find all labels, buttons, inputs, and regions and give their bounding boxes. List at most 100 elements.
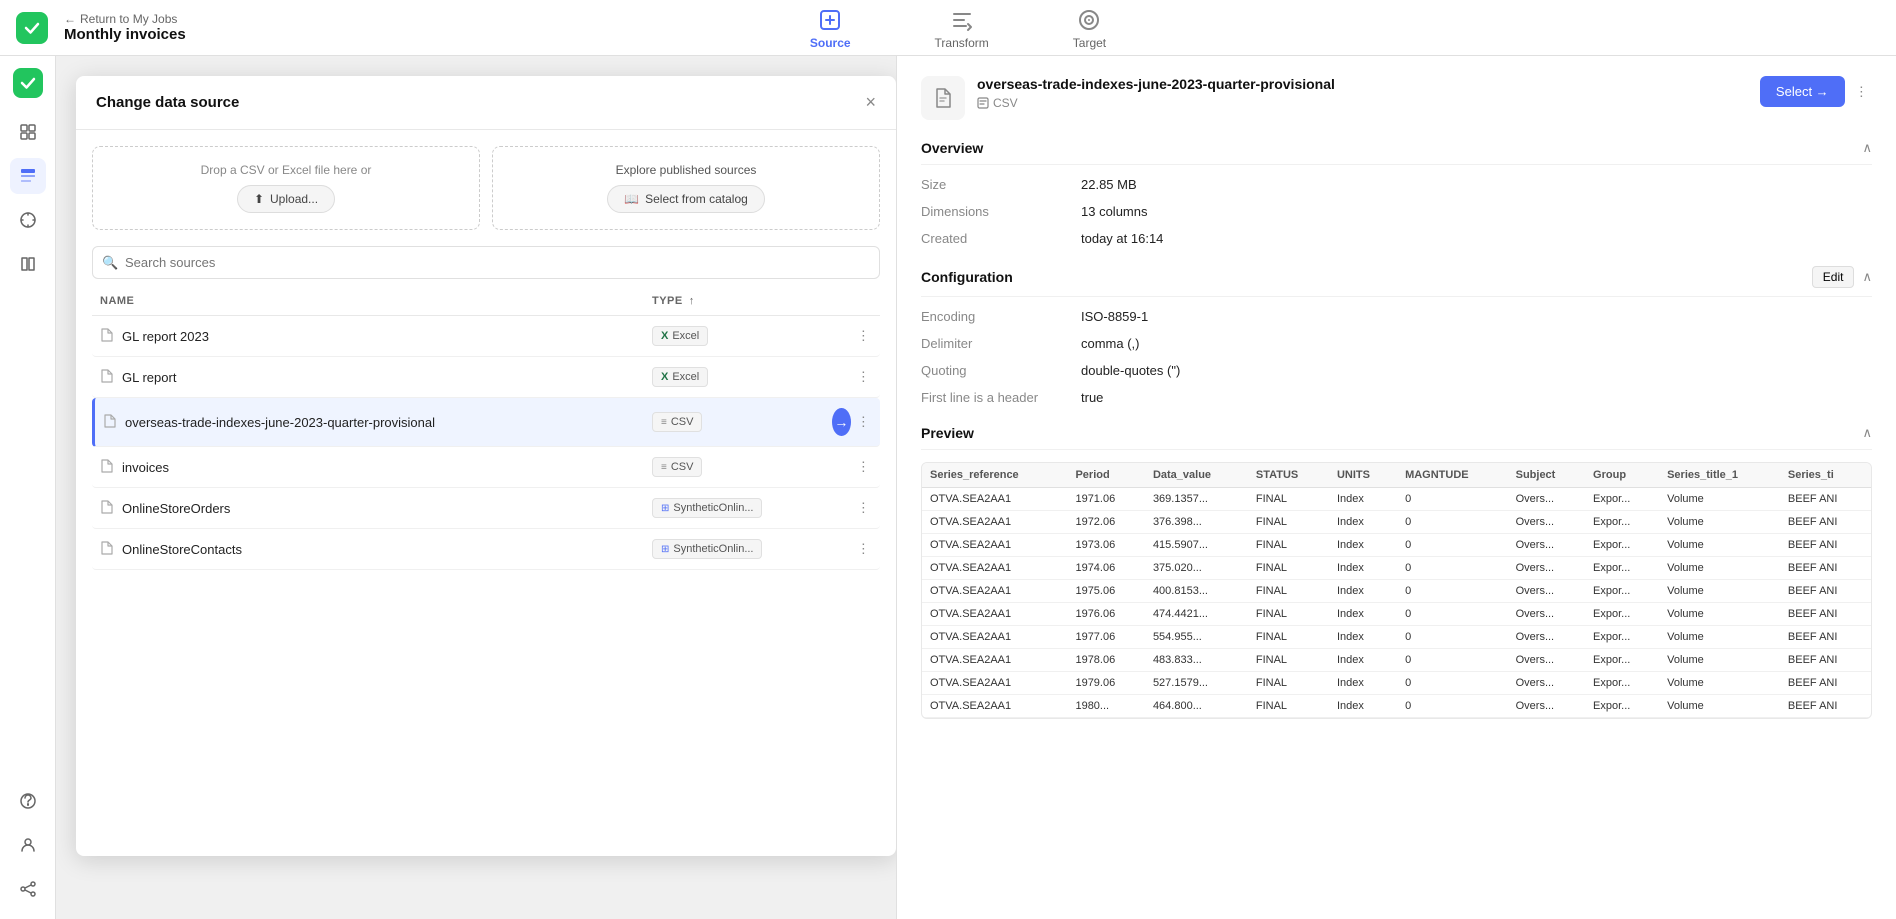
sort-icon: ↑ (689, 295, 695, 307)
upload-icon: ⬆ (254, 192, 264, 206)
row-more-button[interactable]: ⋮ (855, 367, 872, 387)
edit-config-button[interactable]: Edit (1812, 266, 1855, 288)
preview-cell: Expor... (1585, 649, 1659, 672)
preview-cell: Expor... (1585, 511, 1659, 534)
preview-cell: Expor... (1585, 557, 1659, 580)
main-body: Change data source × Drop a CSV or Excel… (0, 56, 1896, 919)
sidebar-item-user[interactable] (10, 827, 46, 863)
sidebar-logo (13, 68, 43, 98)
row-more-button[interactable]: ⋮ (855, 539, 872, 559)
change-datasource-modal: Change data source × Drop a CSV or Excel… (76, 76, 896, 856)
select-from-catalog-button[interactable]: 📖 Select from catalog (607, 185, 765, 213)
preview-tbody: OTVA.SEA2AA11971.06369.1357...FINALIndex… (922, 488, 1871, 718)
config-toggle-icon: ∧ (1862, 269, 1872, 285)
preview-row: OTVA.SEA2AA11977.06554.955...FINALIndex0… (922, 626, 1871, 649)
search-input[interactable] (92, 246, 880, 279)
preview-cell: Index (1329, 626, 1397, 649)
preview-cell: Expor... (1585, 672, 1659, 695)
top-nav: ← Return to My Jobs Monthly invoices Sou… (0, 0, 1896, 56)
preview-section-header[interactable]: Preview ∧ (921, 425, 1872, 450)
preview-row: OTVA.SEA2AA11972.06376.398...FINALIndex0… (922, 511, 1871, 534)
table-row[interactable]: invoices ≡ CSV ⋮ (92, 447, 880, 488)
source-options: Drop a CSV or Excel file here or ⬆ Uploa… (76, 130, 896, 246)
preview-cell: Overs... (1508, 580, 1585, 603)
row-type: ⊞ SyntheticOnlin... (652, 498, 832, 518)
preview-cell: Volume (1659, 511, 1780, 534)
row-type: ⊞ SyntheticOnlin... (652, 539, 832, 559)
row-more-button[interactable]: ⋮ (855, 326, 872, 346)
preview-cell: OTVA.SEA2AA1 (922, 626, 1067, 649)
first-line-value: true (1081, 390, 1872, 405)
sidebar-item-dashboard[interactable] (10, 114, 46, 150)
preview-cell: OTVA.SEA2AA1 (922, 534, 1067, 557)
preview-row: OTVA.SEA2AA11973.06415.5907...FINALIndex… (922, 534, 1871, 557)
detail-more-button[interactable]: ⋮ (1851, 80, 1872, 104)
sidebar-item-catalog[interactable] (10, 246, 46, 282)
preview-cell: Volume (1659, 672, 1780, 695)
preview-cell: BEEF ANI (1780, 580, 1871, 603)
preview-cell: 1975.06 (1067, 580, 1144, 603)
sidebar-item-share[interactable] (10, 871, 46, 907)
preview-cell: FINAL (1248, 534, 1329, 557)
preview-cell: Volume (1659, 557, 1780, 580)
preview-cell: 1972.06 (1067, 511, 1144, 534)
row-more-button[interactable]: ⋮ (855, 457, 872, 477)
row-more-button[interactable]: ⋮ (855, 498, 872, 518)
preview-cell: Overs... (1508, 511, 1585, 534)
overview-section-header[interactable]: Overview ∧ (921, 140, 1872, 165)
select-source-button[interactable]: Select → (1760, 76, 1845, 107)
row-name: OnlineStoreOrders (100, 500, 652, 517)
preview-cell: 1973.06 (1067, 534, 1144, 557)
preview-cell: 0 (1397, 580, 1508, 603)
preview-col-header: Subject (1508, 463, 1585, 488)
modal-close-button[interactable]: × (865, 92, 876, 113)
select-row-button[interactable]: → (832, 408, 851, 436)
table-row[interactable]: OnlineStoreContacts ⊞ SyntheticOnlin... … (92, 529, 880, 570)
preview-cell: 0 (1397, 626, 1508, 649)
col-header-name: NAME (100, 295, 652, 307)
col-header-type: TYPE ↑ (652, 295, 832, 307)
overview-section: Overview ∧ Size 22.85 MB Dimensions 13 c… (921, 140, 1872, 246)
preview-col-header: Period (1067, 463, 1144, 488)
preview-cell: Index (1329, 557, 1397, 580)
preview-cell: FINAL (1248, 557, 1329, 580)
preview-cell: Volume (1659, 534, 1780, 557)
detail-panel: overseas-trade-indexes-june-2023-quarter… (896, 56, 1896, 919)
preview-cell: OTVA.SEA2AA1 (922, 672, 1067, 695)
sidebar (0, 56, 56, 919)
row-name: GL report 2023 (100, 328, 652, 345)
table-row[interactable]: GL report X Excel ⋮ (92, 357, 880, 398)
back-label: Return to My Jobs (80, 12, 177, 26)
upload-btn-label: Upload... (270, 192, 318, 206)
configuration-section: Configuration Edit ∧ Encoding ISO-8859-1… (921, 266, 1872, 405)
row-name: invoices (100, 459, 652, 476)
back-button[interactable]: ← Return to My Jobs (64, 12, 186, 26)
config-section-header[interactable]: Configuration Edit ∧ (921, 266, 1872, 297)
preview-row: OTVA.SEA2AA11979.06527.1579...FINALIndex… (922, 672, 1871, 695)
sidebar-item-explore[interactable] (10, 202, 46, 238)
file-icon (103, 414, 117, 431)
row-more-button[interactable]: ⋮ (855, 412, 872, 432)
preview-cell: 0 (1397, 511, 1508, 534)
preview-cell: Expor... (1585, 603, 1659, 626)
sidebar-item-jobs[interactable] (10, 158, 46, 194)
nav-step-target[interactable]: Target (1061, 2, 1118, 54)
preview-cell: 0 (1397, 649, 1508, 672)
preview-cell: FINAL (1248, 488, 1329, 511)
preview-cell: 369.1357... (1145, 488, 1248, 511)
row-type: X Excel (652, 326, 832, 346)
table-row[interactable]: GL report 2023 X Excel ⋮ (92, 316, 880, 357)
preview-cell: BEEF ANI (1780, 557, 1871, 580)
nav-step-transform[interactable]: Transform (923, 2, 1001, 54)
table-row[interactable]: OnlineStoreOrders ⊞ SyntheticOnlin... ⋮ (92, 488, 880, 529)
file-icon (100, 328, 114, 345)
nav-step-source[interactable]: Source (798, 2, 863, 54)
preview-cell: 0 (1397, 534, 1508, 557)
preview-cell: Index (1329, 580, 1397, 603)
sidebar-item-help[interactable] (10, 783, 46, 819)
upload-button[interactable]: ⬆ Upload... (237, 185, 335, 213)
delimiter-value: comma (,) (1081, 336, 1872, 351)
logo (16, 12, 48, 44)
preview-col-header: MAGNTUDE (1397, 463, 1508, 488)
table-row[interactable]: overseas-trade-indexes-june-2023-quarter… (92, 398, 880, 447)
